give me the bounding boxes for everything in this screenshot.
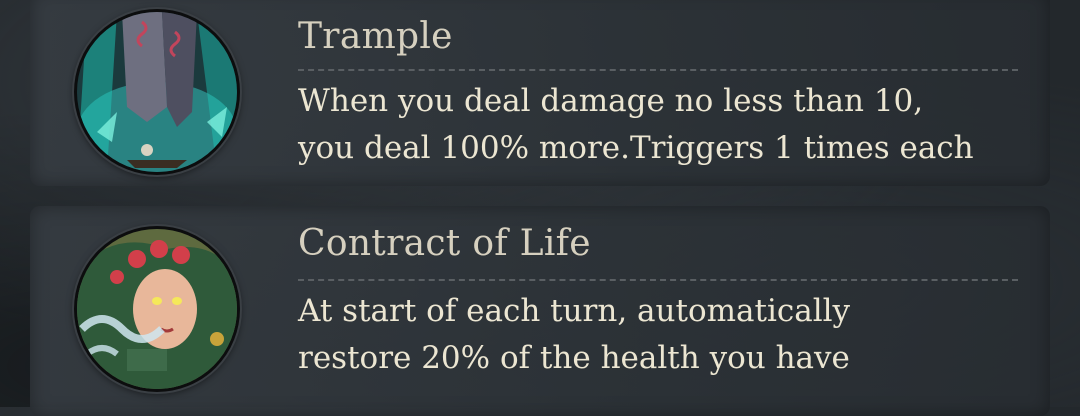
divider	[298, 69, 1018, 71]
skill-title: Trample	[298, 16, 453, 57]
divider	[298, 279, 1018, 281]
skill-description-line: you deal 100% more.Triggers 1 times each	[298, 130, 974, 166]
skill-title: Contract of Life	[298, 223, 591, 264]
skill-description-line: restore 20% of the health you have	[298, 340, 850, 376]
skill-description: At start of each turn, automatically res…	[298, 288, 850, 382]
skill-card-trample[interactable]: Trample When you deal damage no less tha…	[30, 0, 1050, 186]
trample-portrait-icon	[74, 9, 240, 175]
skill-description-line: At start of each turn, automatically	[298, 293, 851, 329]
skill-description-line: When you deal damage no less than 10,	[298, 83, 924, 119]
skill-description: When you deal damage no less than 10, yo…	[298, 78, 974, 172]
contract-of-life-portrait-icon	[74, 226, 240, 392]
skill-card-contract-of-life[interactable]: Contract of Life At start of each turn, …	[30, 206, 1050, 416]
